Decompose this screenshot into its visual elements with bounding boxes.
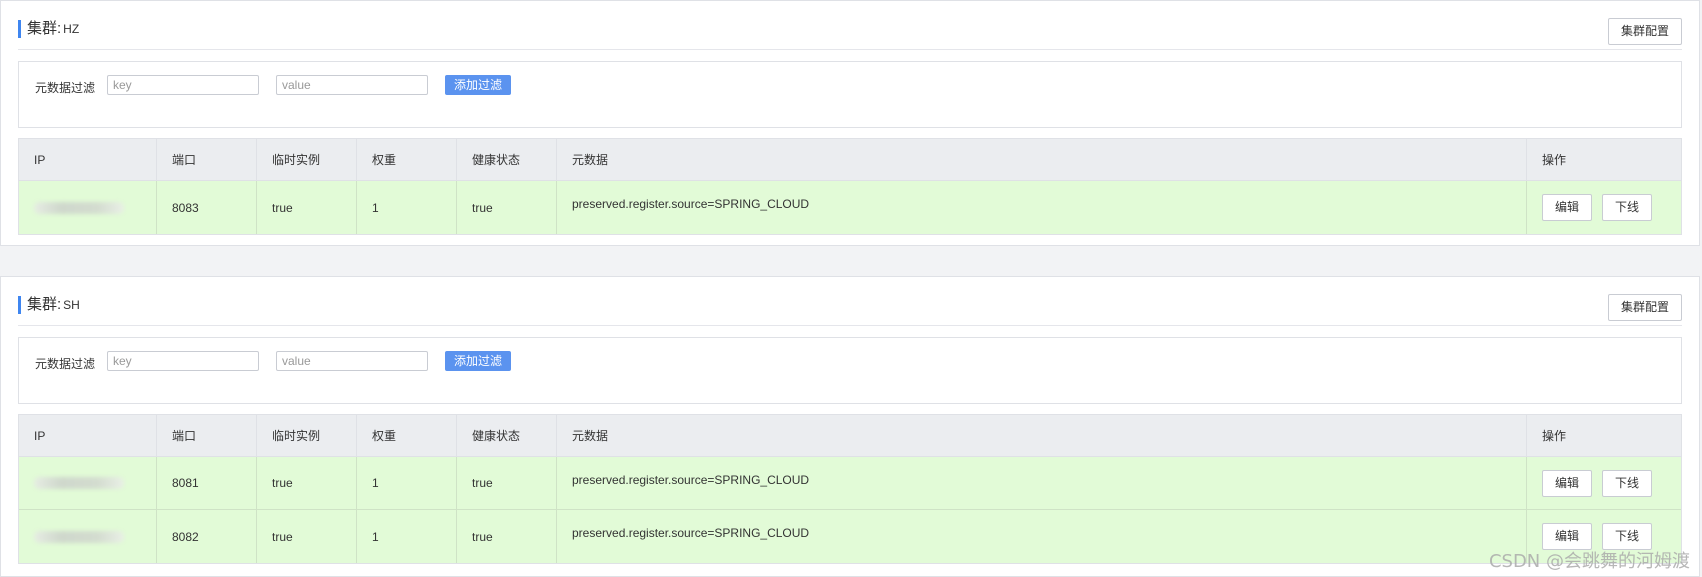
edit-button[interactable]: 编辑: [1542, 523, 1592, 550]
cluster-title-prefix: 集群:: [27, 296, 62, 313]
header-metadata: 元数据: [572, 429, 609, 443]
watermark: CSDN @会跳舞的河姆渡: [1488, 551, 1690, 572]
edit-button[interactable]: 编辑: [1542, 194, 1592, 221]
metadata-filter: 元数据过滤 key value 添加过滤: [18, 337, 1682, 404]
cell-health: true: [472, 476, 493, 490]
cell-ephemeral: true: [272, 529, 293, 544]
header-metadata: 元数据: [572, 153, 609, 167]
offline-button[interactable]: 下线: [1602, 469, 1652, 497]
ip-redacted: [34, 477, 124, 489]
cluster-title: 集群: HZ: [18, 20, 79, 38]
header-operation: 操作: [1542, 429, 1567, 443]
cell-metadata: preserved.register.source=SPRING_CLOUD: [572, 526, 810, 540]
table-row: 8081 true 1 true preserved.register.sour…: [19, 457, 1681, 510]
filter-key-input[interactable]: key: [107, 351, 259, 371]
table-row: 8082 true 1 true preserved.register.sour…: [19, 510, 1681, 563]
cluster-name: HZ: [63, 22, 80, 36]
cell-ephemeral: true: [272, 476, 293, 490]
filter-value-input[interactable]: value: [276, 351, 428, 371]
header-ip: IP: [34, 152, 46, 167]
cell-port: 8081: [172, 476, 199, 490]
add-filter-button[interactable]: 添加过滤: [445, 351, 511, 371]
instance-table: IP 端口 临时实例 权重 健康状态 元数据 操作 8081 true 1 tr…: [18, 414, 1682, 564]
header-port: 端口: [172, 429, 197, 443]
cell-metadata: preserved.register.source=SPRING_CLOUD: [572, 197, 810, 211]
edit-button[interactable]: 编辑: [1542, 469, 1592, 497]
cell-weight: 1: [372, 529, 379, 544]
header-port: 端口: [172, 153, 197, 167]
cluster-title-prefix: 集群:: [27, 20, 62, 37]
cluster-panel-sh: 集群: SH 集群配置 元数据过滤 key value 添加过滤 IP 端口 临时…: [0, 276, 1700, 577]
cluster-name: SH: [63, 298, 80, 312]
cluster-config-button[interactable]: 集群配置: [1608, 18, 1682, 45]
header-ip: IP: [34, 428, 46, 443]
metadata-filter: 元数据过滤 key value 添加过滤: [18, 61, 1682, 128]
header-operation: 操作: [1542, 153, 1567, 167]
offline-button[interactable]: 下线: [1602, 523, 1652, 550]
cell-health: true: [472, 529, 493, 544]
table-header: IP 端口 临时实例 权重 健康状态 元数据 操作: [19, 139, 1681, 181]
filter-label: 元数据过滤: [35, 357, 96, 371]
header-health: 健康状态: [472, 153, 521, 167]
table-header: IP 端口 临时实例 权重 健康状态 元数据 操作: [19, 415, 1681, 457]
cell-port: 8082: [172, 529, 199, 544]
header-ephemeral: 临时实例: [272, 153, 321, 167]
cluster-config-button[interactable]: 集群配置: [1608, 294, 1682, 321]
header-ephemeral: 临时实例: [272, 429, 321, 443]
filter-label: 元数据过滤: [35, 81, 96, 95]
cluster-title: 集群: SH: [18, 296, 80, 314]
cluster-panel-hz: 集群: HZ 集群配置 元数据过滤 key value 添加过滤 IP 端口 临时…: [0, 0, 1700, 246]
header-weight: 权重: [372, 153, 397, 167]
cluster-header: 集群: HZ 集群配置: [18, 15, 1682, 50]
cell-weight: 1: [372, 476, 379, 490]
cell-ephemeral: true: [272, 200, 293, 215]
cell-health: true: [472, 200, 493, 215]
instance-table: IP 端口 临时实例 权重 健康状态 元数据 操作 8083 true 1 tr…: [18, 138, 1682, 235]
offline-button[interactable]: 下线: [1602, 194, 1652, 221]
cell-port: 8083: [172, 200, 199, 215]
add-filter-button[interactable]: 添加过滤: [445, 75, 511, 95]
cluster-header: 集群: SH 集群配置: [18, 291, 1682, 326]
cell-metadata: preserved.register.source=SPRING_CLOUD: [572, 473, 810, 487]
ip-redacted: [34, 530, 124, 543]
table-row: 8083 true 1 true preserved.register.sour…: [19, 181, 1681, 234]
cell-weight: 1: [372, 200, 379, 215]
filter-value-input[interactable]: value: [276, 75, 428, 95]
header-weight: 权重: [372, 429, 397, 443]
header-health: 健康状态: [472, 429, 521, 443]
filter-key-input[interactable]: key: [107, 75, 259, 95]
ip-redacted: [34, 201, 124, 214]
